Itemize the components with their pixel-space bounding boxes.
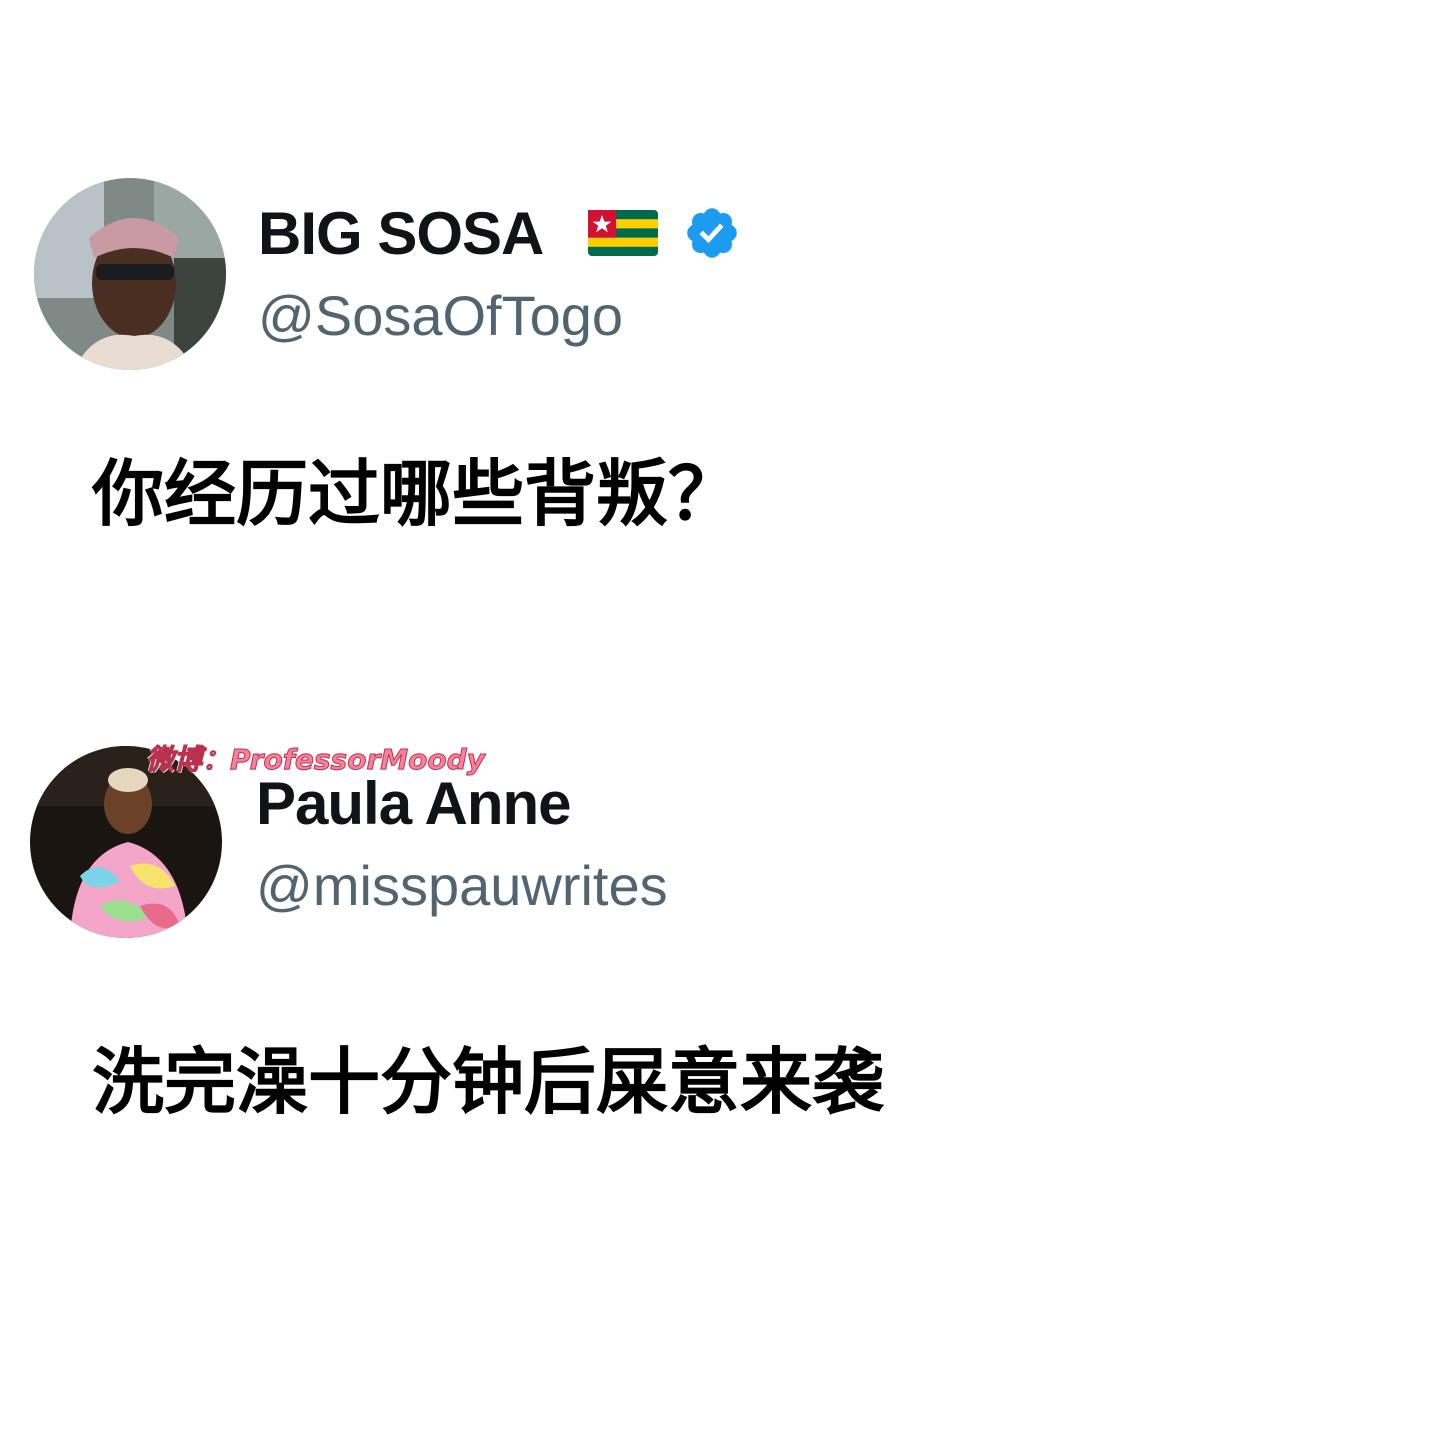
verified-badge-icon — [687, 208, 737, 258]
avatar-big-sosa-image — [34, 178, 226, 370]
user-handle[interactable]: @SosaOfTogo — [258, 288, 623, 344]
tweet-text: 你经历过哪些背叛？ — [92, 452, 741, 536]
display-name[interactable]: Paula Anne — [256, 774, 572, 834]
tweet-text: 洗完澡十分钟后屎意来袭 — [92, 1040, 885, 1124]
user-handle[interactable]: @misspauwrites — [256, 858, 668, 914]
screenshot-canvas: BIG SOSA @SosaOfTogo 你经历过哪些背叛？ 微博：Profes… — [0, 0, 1440, 1440]
togo-flag-icon — [588, 210, 658, 256]
avatar-big-sosa[interactable] — [34, 178, 226, 370]
display-name[interactable]: BIG SOSA — [258, 204, 544, 264]
